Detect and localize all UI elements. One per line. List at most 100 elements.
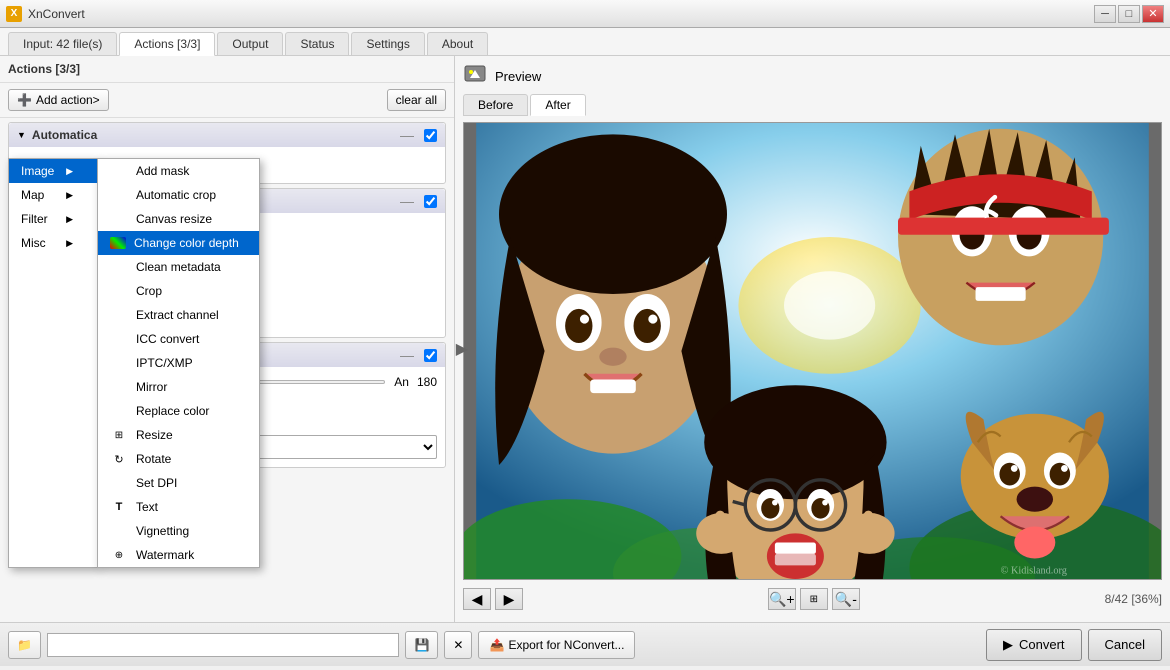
rotate-enabled-checkbox[interactable] [424,349,437,362]
set-dpi-icon [110,476,128,490]
submenu-icc-convert[interactable]: ICC convert [98,327,259,351]
submenu-rotate[interactable]: ↻ Rotate [98,447,259,471]
convert-icon: ▶ [1003,637,1013,653]
right-panel: Preview Before After [455,56,1170,622]
extract-channel-icon [110,308,128,322]
clean-metadata-menu-label: Clean metadata [136,260,221,274]
rotate-icon: ↻ [110,452,128,466]
tab-actions[interactable]: Actions [3/3] [119,32,215,56]
close-button[interactable]: ✕ [1142,5,1164,23]
submenu-iptc-xmp[interactable]: IPTC/XMP [98,351,259,375]
clear-all-button[interactable]: clear all [387,89,446,111]
tab-bar: Input: 42 file(s) Actions [3/3] Output S… [0,28,1170,56]
submenu-vignetting[interactable]: Vignetting [98,519,259,543]
extract-channel-label: Extract channel [136,308,219,322]
path-input[interactable] [47,633,400,657]
convert-button[interactable]: ▶ Convert [986,629,1082,661]
actions-toolbar: ➕ Add action> clear all [0,83,454,118]
tab-output[interactable]: Output [217,32,283,55]
submenu-clean-metadata[interactable]: Clean metadata [98,255,259,279]
submenu-add-mask[interactable]: Add mask [98,159,259,183]
window-controls: ─ □ ✕ [1094,5,1164,23]
iptc-xmp-label: IPTC/XMP [136,356,193,370]
image-submenu: Add mask Automatic crop Canvas resize Ch… [97,158,260,568]
submenu-change-color-depth[interactable]: Change color depth [98,231,259,255]
left-panel: Actions [3/3] ➕ Add action> clear all ▼ … [0,56,455,622]
submenu-set-dpi[interactable]: Set DPI [98,471,259,495]
resize-label: Resize [136,428,173,442]
preview-tab-after[interactable]: After [530,94,585,116]
watermark-icon: ⊕ [110,548,128,562]
color-depth-icon [110,237,126,249]
plus-icon: ➕ [17,93,32,107]
cancel-button[interactable]: Cancel [1088,629,1162,661]
collapse-arrow-automatica: ▼ [17,130,26,140]
preview-image-area: © Kidisland.org [463,122,1162,580]
zoom-out-button[interactable]: 🔍- [832,588,860,610]
remove-clean-button[interactable]: — [400,193,414,209]
preview-tab-before[interactable]: Before [463,94,528,116]
menu-item-filter[interactable]: Filter ▶ [9,207,97,231]
menu-item-map[interactable]: Map ▶ [9,183,97,207]
set-dpi-label: Set DPI [136,476,177,490]
add-folder-button[interactable]: 📁 [8,631,41,659]
fit-button[interactable]: ⊞ [800,588,828,610]
auto-crop-icon [110,188,128,202]
tab-about[interactable]: About [427,32,488,55]
replace-color-icon [110,404,128,418]
preview-image-svg: © Kidisland.org [464,123,1161,579]
replace-color-label: Replace color [136,404,209,418]
map-arrow: ▶ [66,190,73,201]
automatica-enabled-checkbox[interactable] [424,129,437,142]
icc-convert-label: ICC convert [136,332,199,346]
mirror-label: Mirror [136,380,167,394]
prev-button[interactable]: ◀ [463,588,491,610]
app-title: XnConvert [28,7,85,21]
submenu-replace-color[interactable]: Replace color [98,399,259,423]
preview-header: Preview [463,64,1162,88]
change-color-depth-label: Change color depth [134,236,239,250]
title-bar: X XnConvert ─ □ ✕ [0,0,1170,28]
vignetting-icon [110,524,128,538]
export-label: Export for NConvert... [508,638,624,652]
preview-nav: ◀ ▶ [463,588,523,610]
remove-automatica-button[interactable]: — [400,127,414,143]
preview-title: Preview [495,69,541,84]
tab-settings[interactable]: Settings [351,32,424,55]
automatica-title: Automatica [32,128,97,142]
angle-label: An [394,375,409,389]
submenu-watermark[interactable]: ⊕ Watermark [98,543,259,567]
submenu-extract-channel[interactable]: Extract channel [98,303,259,327]
minimize-button[interactable]: ─ [1094,5,1116,23]
menu-item-misc[interactable]: Misc ▶ [9,231,97,255]
angle-right: 180 [417,375,437,389]
export-button[interactable]: 📤 Export for NConvert... [478,631,635,659]
canvas-resize-icon [110,212,128,226]
submenu-automatic-crop[interactable]: Automatic crop [98,183,259,207]
submenu-crop[interactable]: Crop [98,279,259,303]
zoom-in-button[interactable]: 🔍+ [768,588,796,610]
main-layout: Actions [3/3] ➕ Add action> clear all ▼ … [0,56,1170,622]
preview-icon [463,64,487,88]
zoom-controls: 🔍+ ⊞ 🔍- [768,588,860,610]
remove-rotate-button[interactable]: — [400,347,414,363]
add-action-label: Add action> [36,93,100,107]
tab-input[interactable]: Input: 42 file(s) [8,32,117,55]
save-button[interactable]: 💾 [405,631,438,659]
map-label: Map [21,188,44,202]
tab-status[interactable]: Status [285,32,349,55]
next-button[interactable]: ▶ [495,588,523,610]
canvas-resize-label: Canvas resize [136,212,212,226]
maximize-button[interactable]: □ [1118,5,1140,23]
page-info: 8/42 [36%] [1105,592,1162,606]
submenu-text[interactable]: T Text [98,495,259,519]
add-action-button[interactable]: ➕ Add action> [8,89,109,111]
section-automatica-header[interactable]: ▼ Automatica — [9,123,445,147]
submenu-canvas-resize[interactable]: Canvas resize [98,207,259,231]
menu-item-image[interactable]: Image ▶ [9,159,97,183]
submenu-mirror[interactable]: Mirror [98,375,259,399]
clean-metadata-enabled-checkbox[interactable] [424,195,437,208]
preview-controls: ◀ ▶ 🔍+ ⊞ 🔍- 8/42 [36%] [463,584,1162,614]
submenu-resize[interactable]: ⊞ Resize [98,423,259,447]
delete-button[interactable]: ✕ [444,631,472,659]
